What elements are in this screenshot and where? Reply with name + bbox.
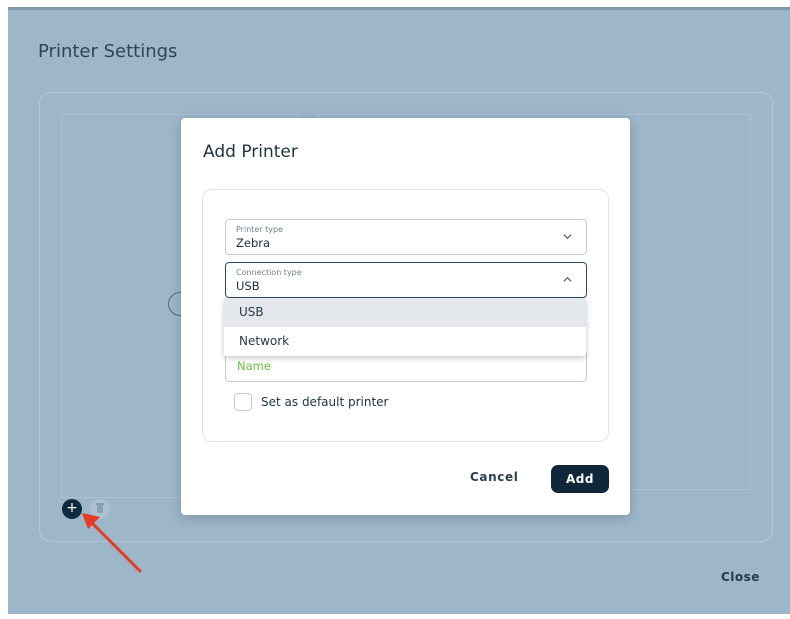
chevron-down-icon: [563, 234, 572, 240]
printer-type-select[interactable]: Printer type Zebra: [225, 219, 587, 255]
printer-type-label: Printer type: [236, 225, 284, 234]
default-printer-checkbox[interactable]: [234, 393, 252, 411]
default-printer-label[interactable]: Set as default printer: [261, 395, 389, 409]
chevron-up-icon: [563, 276, 572, 282]
connection-type-dropdown: USB Network: [224, 298, 586, 356]
name-placeholder: Name: [237, 359, 271, 373]
close-button[interactable]: Close: [721, 570, 760, 584]
annotation-arrow-icon: [82, 513, 142, 573]
dropdown-option-network[interactable]: Network: [224, 327, 586, 356]
add-button[interactable]: Add: [551, 465, 609, 493]
page-title: Printer Settings: [38, 41, 178, 62]
window-top-border: [8, 7, 790, 10]
dialog-title: Add Printer: [203, 142, 298, 162]
connection-type-value: USB: [236, 279, 260, 293]
connection-type-label: Connection type: [236, 268, 302, 277]
printer-type-value: Zebra: [236, 236, 271, 250]
cancel-button[interactable]: Cancel: [470, 470, 518, 484]
plus-icon: +: [66, 500, 78, 516]
dropdown-option-usb[interactable]: USB: [224, 298, 586, 327]
connection-type-select[interactable]: Connection type USB: [225, 262, 587, 298]
